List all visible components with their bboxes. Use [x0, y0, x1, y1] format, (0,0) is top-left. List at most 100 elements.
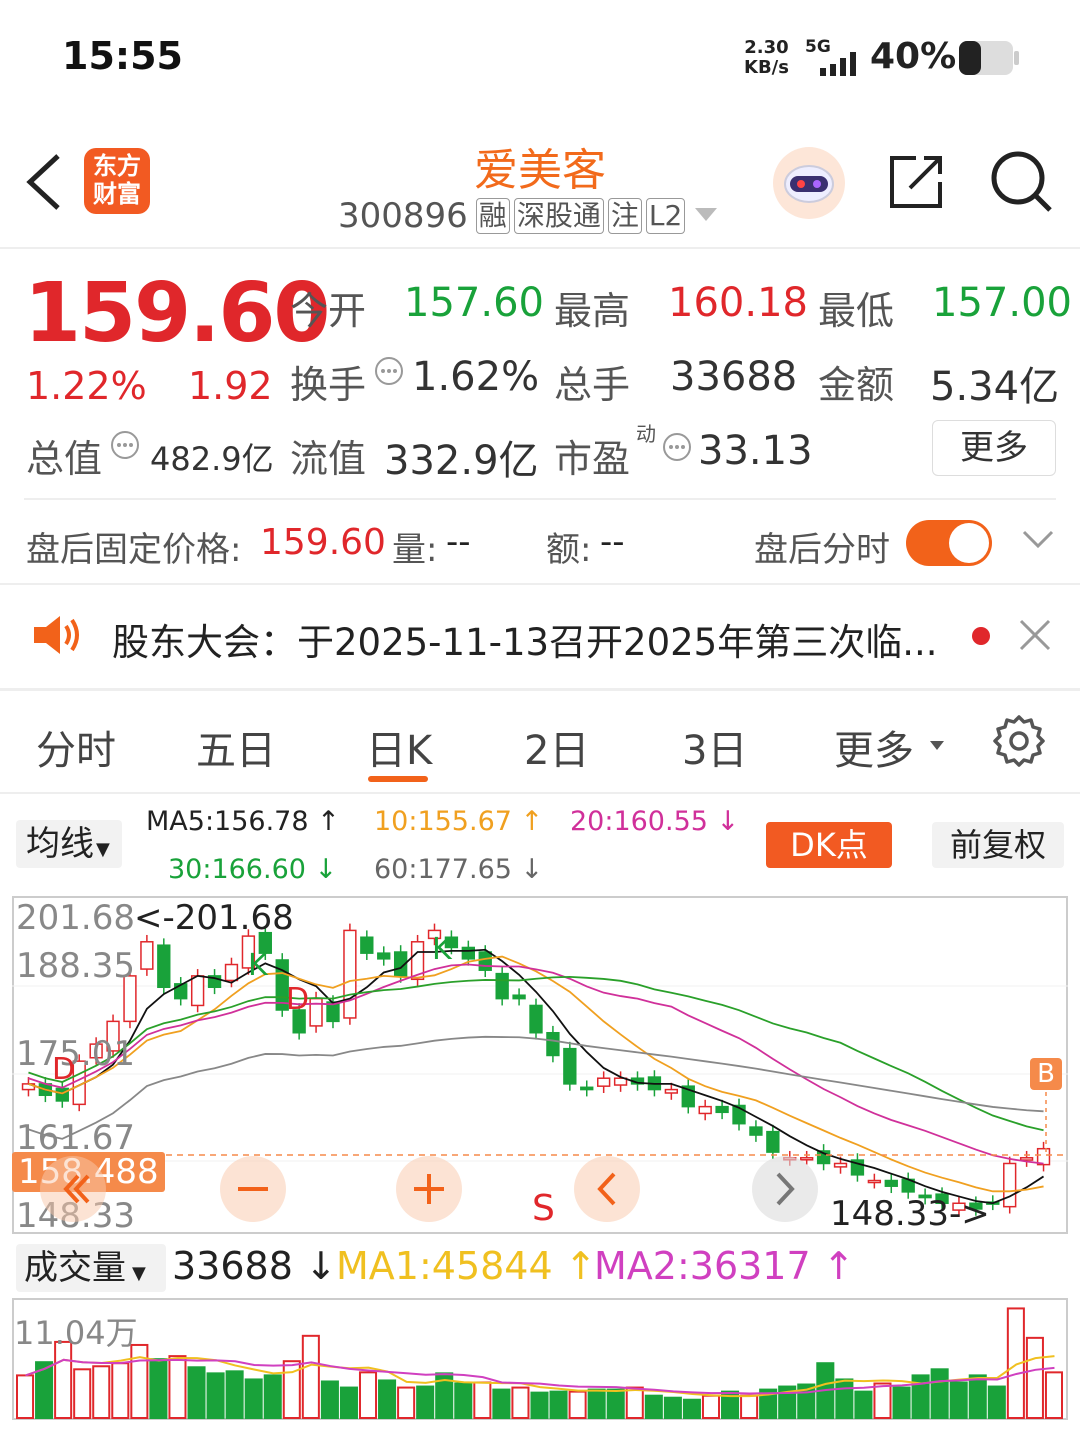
change-percent: 1.22%	[26, 364, 147, 408]
signal-k: K	[254, 948, 255, 949]
quote-divider	[24, 498, 1056, 500]
ma60-readout: 60:177.65 ↓	[374, 854, 544, 885]
volume-bar	[701, 1394, 721, 1419]
volume-bar	[339, 1386, 358, 1419]
share-icon[interactable]	[886, 152, 946, 216]
candle-body	[1019, 1157, 1034, 1161]
candle-body	[867, 1179, 882, 1184]
net-speed-unit: KB/s	[744, 57, 789, 78]
tab-intraday[interactable]: 分时	[36, 718, 116, 776]
dk-point-button[interactable]: DK点	[766, 822, 892, 868]
candle-body	[664, 1088, 679, 1094]
badge-margin: 融	[475, 198, 510, 234]
after-hours-toggle-label: 盘后分时	[754, 530, 890, 570]
scroll-left-button[interactable]	[40, 1156, 106, 1222]
volume-bar	[835, 1378, 854, 1419]
kline-chart[interactable]: 201.68 <-201.68 188.35 175.01 161.67 158…	[12, 896, 1068, 1236]
volume-bar	[854, 1390, 873, 1420]
notice-text[interactable]: 股东大会：于2025-11-13召开2025年第三次临...	[112, 612, 937, 666]
tab-more[interactable]: 更多	[834, 718, 914, 776]
candle-body	[140, 941, 154, 970]
price-axis-label: 201.68	[16, 898, 135, 938]
ma-selector[interactable]: 均线 ▼	[16, 820, 122, 868]
after-hours-toggle[interactable]	[906, 520, 992, 566]
info-icon[interactable]	[662, 432, 692, 466]
volume-bar	[949, 1381, 968, 1419]
chevron-down-icon[interactable]	[695, 207, 718, 226]
volume-readout: 33688 ↓	[172, 1244, 337, 1288]
tab-two-day[interactable]: 2日	[524, 718, 589, 776]
open-label: 今开	[290, 289, 367, 333]
volume-bar	[511, 1386, 530, 1419]
volume-ma2: MA2:36317 ↑	[594, 1244, 855, 1288]
step-forward-button[interactable]	[752, 1156, 818, 1222]
volume-bar	[492, 1388, 511, 1419]
open-value: 157.60	[404, 280, 544, 326]
volume-bar	[187, 1366, 206, 1419]
candle-body	[224, 963, 239, 982]
status-bar: 15:55 2.30 KB/s 5G 40%	[0, 0, 1080, 110]
net-speed-value: 2.30	[744, 37, 789, 58]
volume-value: 33688	[670, 354, 798, 400]
volume-bar	[892, 1386, 911, 1419]
chevron-down-icon[interactable]	[1022, 530, 1054, 554]
ma10-readout: 10:155.67 ↑	[374, 806, 544, 837]
volume-indicator-label: 成交量	[24, 1248, 126, 1288]
low-value: 157.00	[932, 280, 1072, 326]
signal-k: K	[248, 948, 268, 983]
tab-daily-k[interactable]: 日K	[366, 718, 432, 776]
stock-code: 300896	[338, 196, 468, 236]
ma-selector-label: 均线	[26, 824, 94, 864]
volume-bar	[16, 1374, 35, 1419]
volume-bar	[244, 1378, 263, 1419]
candle-body	[766, 1130, 780, 1153]
volume-chart[interactable]: 11.04万	[12, 1298, 1068, 1420]
volume-bar	[740, 1394, 759, 1419]
volume-bar	[225, 1370, 244, 1420]
candle-body	[833, 1162, 848, 1168]
amount-label: 金额	[818, 363, 895, 407]
volume-bar	[1044, 1371, 1063, 1419]
volume-indicator-selector[interactable]: 成交量 ▼	[16, 1244, 166, 1292]
gear-icon[interactable]	[992, 714, 1046, 772]
mktcap-label: 总值	[26, 437, 103, 481]
adjust-button[interactable]: 前复权	[932, 822, 1064, 868]
robot-assistant-icon[interactable]	[772, 146, 846, 224]
high-label: 最高	[554, 289, 631, 333]
step-back-button[interactable]	[574, 1156, 640, 1222]
battery-level: 40%	[870, 36, 957, 77]
volume-bar	[149, 1358, 168, 1419]
badge-registered: 注	[607, 198, 642, 234]
speaker-icon	[32, 614, 80, 660]
close-icon[interactable]	[1018, 618, 1052, 656]
badge-connect: 深股通	[513, 198, 604, 234]
stock-code-row[interactable]: 300896 融 深股通 注 L2	[338, 196, 718, 236]
candle-body	[309, 997, 323, 1027]
more-button[interactable]: 更多	[932, 420, 1056, 476]
volume-bar	[378, 1379, 397, 1419]
zoom-in-button[interactable]	[396, 1156, 462, 1222]
candle-body	[461, 946, 475, 960]
toggle-knob	[949, 523, 989, 563]
unread-dot	[972, 627, 990, 645]
volume-bar	[930, 1368, 949, 1419]
zoom-out-button[interactable]	[220, 1156, 286, 1222]
badge-l2: L2	[645, 198, 686, 234]
candle-body	[546, 1031, 560, 1057]
mktcap-value: 482.9亿	[150, 440, 274, 478]
volume-bar	[606, 1388, 625, 1419]
volume-bar	[663, 1396, 682, 1419]
candle-body	[1003, 1162, 1017, 1208]
volume-bar	[587, 1388, 606, 1419]
candle-body	[597, 1077, 611, 1087]
info-icon[interactable]	[374, 356, 404, 390]
info-icon[interactable]	[110, 430, 140, 464]
pe-superscript: 动	[636, 422, 656, 446]
search-icon[interactable]	[990, 150, 1054, 218]
candle-body	[512, 994, 526, 1000]
tab-five-day[interactable]: 五日	[196, 718, 276, 776]
ma60-line	[28, 1035, 1044, 1140]
volume-bar	[130, 1343, 149, 1419]
volume-bar	[416, 1385, 435, 1420]
tab-three-day[interactable]: 3日	[682, 718, 747, 776]
